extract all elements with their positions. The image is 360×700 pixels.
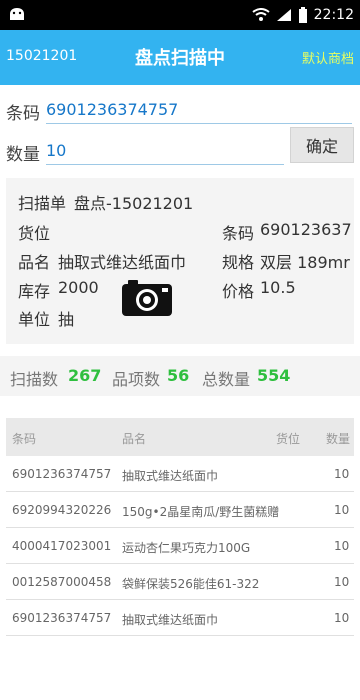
item-count-value: 56 — [167, 366, 190, 385]
stock-label: 库存 — [18, 282, 51, 301]
scan-sheet-label: 扫描单 — [18, 194, 67, 213]
table-row[interactable]: 6901236374757 抽取式维达纸面巾 10 — [6, 600, 354, 636]
scan-table: 条码 品名 货位 数量 6901236374757 抽取式维达纸面巾 10 69… — [6, 418, 354, 636]
confirm-button[interactable]: 确定 — [290, 127, 354, 163]
camera-icon[interactable] — [122, 280, 172, 316]
table-header: 条码 品名 货位 数量 — [6, 418, 354, 456]
row-name: 抽取式维达纸面巾 — [122, 469, 219, 483]
name-value: 抽取式维达纸面巾 — [58, 253, 187, 272]
app-bar: 15021201 盘点扫描中 默认商档 — [0, 30, 360, 85]
barcode-input[interactable] — [46, 96, 352, 122]
barcode-label: 条码 — [6, 104, 40, 124]
quantity-input[interactable] — [46, 137, 284, 163]
row-qty: 10 — [334, 467, 350, 481]
row-qty: 10 — [334, 611, 350, 625]
price-label: 价格 — [222, 282, 255, 301]
product-info-panel: 扫描单 盘点-15021201 货位 条码 690123637 品名 抽取式维达… — [6, 178, 354, 344]
row-barcode: 6920994320226 — [12, 503, 112, 517]
scan-count-label: 扫描数 — [10, 370, 59, 389]
spec-label: 规格 — [222, 253, 255, 272]
table-row[interactable]: 6920994320226 150g•2晶星南瓜/野生菌糕赠 10 — [6, 492, 354, 528]
column-header-barcode: 条码 — [12, 432, 37, 446]
column-header-name: 品名 — [122, 432, 147, 446]
column-header-qty: 数量 — [326, 432, 351, 446]
row-barcode: 6901236374757 — [12, 611, 112, 625]
row-qty: 10 — [334, 503, 350, 517]
table-row[interactable]: 0012587000458 袋鲜保装526能佳61-322 10 — [6, 564, 354, 600]
row-barcode: 0012587000458 — [12, 575, 112, 589]
status-time: 22:12 — [313, 7, 354, 23]
scan-count-value: 267 — [68, 366, 102, 385]
wifi-icon — [252, 8, 270, 21]
row-qty: 10 — [334, 539, 350, 553]
row-name: 袋鲜保装526能佳61-322 — [122, 577, 260, 591]
stock-value: 2000 — [58, 278, 99, 297]
status-bar: 22:12 — [0, 0, 360, 30]
total-qty-value: 554 — [257, 366, 291, 385]
row-qty: 10 — [334, 575, 350, 589]
location-label: 货位 — [18, 224, 51, 243]
unit-label: 单位 — [18, 310, 51, 329]
row-barcode: 4000417023001 — [12, 539, 112, 553]
scan-sheet-value: 盘点-15021201 — [74, 194, 194, 213]
total-qty-label: 总数量 — [202, 370, 251, 389]
default-product-link[interactable]: 默认商档 — [302, 48, 354, 67]
quantity-field[interactable] — [46, 137, 284, 165]
item-count-label: 品项数 — [112, 370, 161, 389]
stats-bar: 扫描数 267 品项数 56 总数量 554 — [0, 356, 360, 396]
spec-value: 双层 189mr — [260, 253, 350, 272]
row-name: 抽取式维达纸面巾 — [122, 613, 219, 627]
row-barcode: 6901236374757 — [12, 467, 112, 481]
battery-icon — [298, 7, 307, 23]
info-barcode-value: 690123637 — [260, 220, 352, 239]
barcode-field[interactable] — [46, 96, 352, 124]
signal-icon — [276, 9, 291, 21]
info-barcode-label: 条码 — [222, 224, 255, 243]
quantity-label: 数量 — [6, 145, 40, 165]
row-name: 运动杏仁果巧克力100G — [122, 541, 251, 555]
price-value: 10.5 — [260, 278, 296, 297]
android-icon — [10, 8, 24, 20]
column-header-location: 货位 — [276, 432, 301, 446]
name-label: 品名 — [18, 253, 51, 272]
table-row[interactable]: 6901236374757 抽取式维达纸面巾 10 — [6, 456, 354, 492]
table-row[interactable]: 4000417023001 运动杏仁果巧克力100G 10 — [6, 528, 354, 564]
unit-value: 抽 — [58, 310, 75, 329]
row-name: 150g•2晶星南瓜/野生菌糕赠 — [122, 505, 280, 519]
